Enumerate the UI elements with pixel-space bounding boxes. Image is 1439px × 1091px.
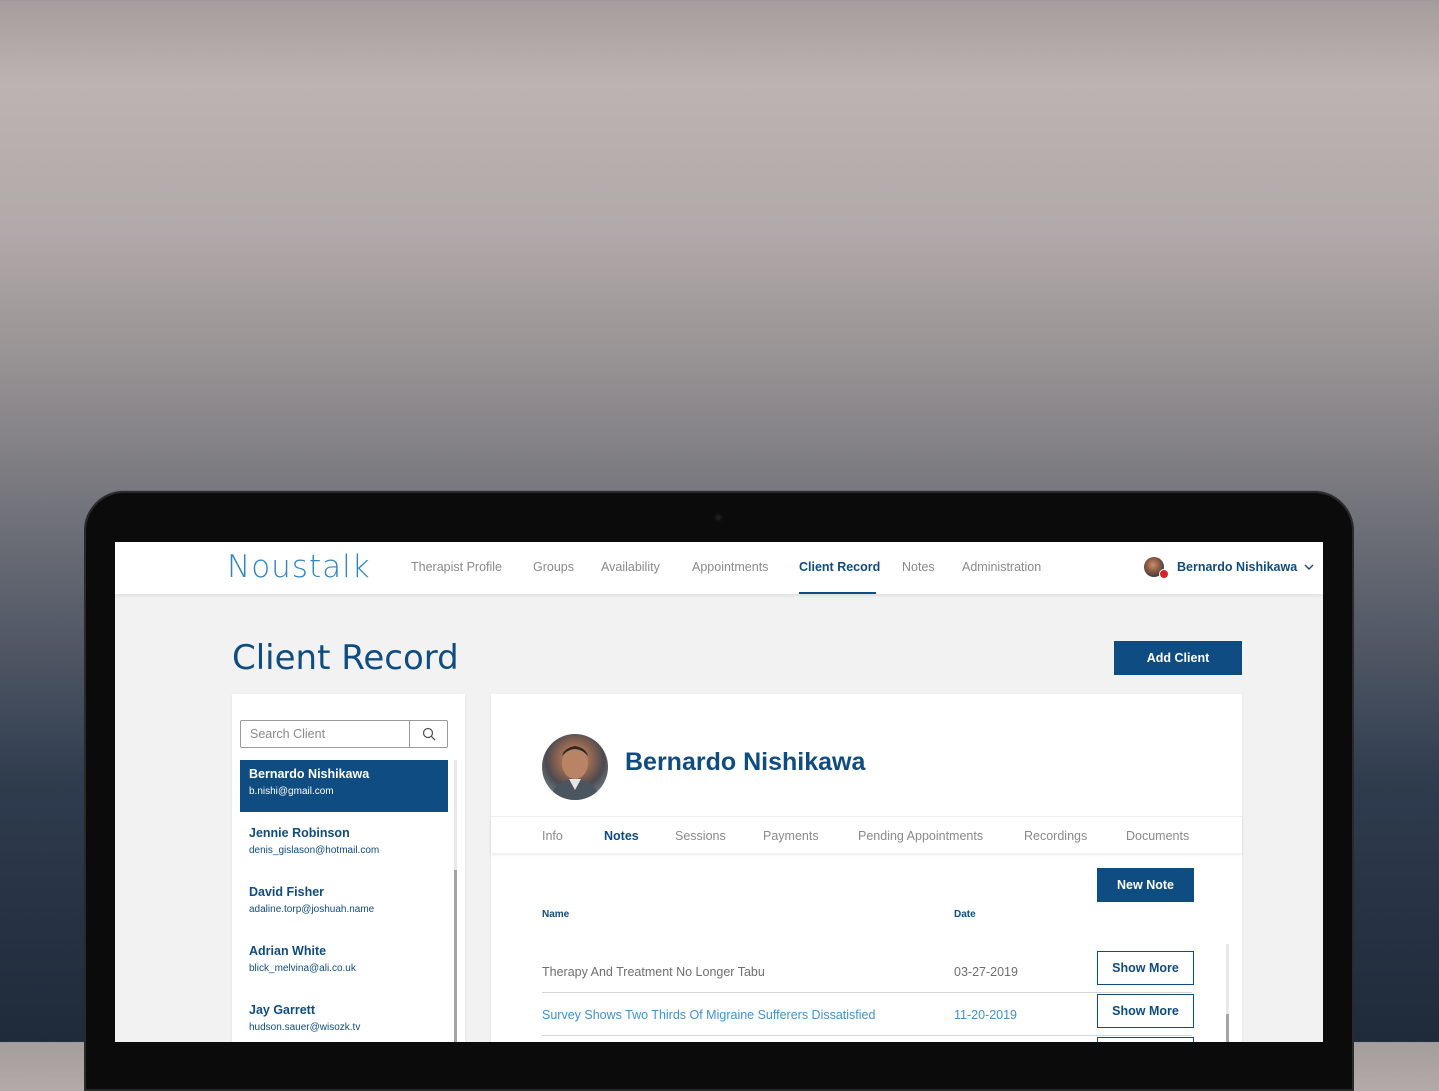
record-tabs: Info Notes Sessions Payments Pending App…: [491, 816, 1242, 853]
nav-notes[interactable]: Notes: [902, 560, 935, 574]
search-box: [240, 720, 448, 748]
client-avatar: [542, 734, 608, 800]
row-divider: [542, 992, 1192, 993]
note-row: [542, 1037, 1194, 1042]
client-photo: [550, 746, 600, 800]
column-header-date: Date: [954, 909, 976, 920]
tab-notes[interactable]: Notes: [604, 829, 639, 843]
client-item-adrian-white[interactable]: Adrian White blick_melvina@ali.co.uk: [240, 937, 448, 989]
note-date: 03-27-2019: [954, 965, 1018, 979]
client-email: adaline.torp@joshuah.name: [249, 904, 375, 915]
client-email: hudson.sauer@wisozk.tv: [249, 1022, 361, 1033]
client-email: blick_melvina@ali.co.uk: [249, 963, 356, 974]
client-item-bernardo-nishikawa[interactable]: Bernardo Nishikawa b.nishi@gmail.com: [240, 760, 448, 812]
show-more-button[interactable]: Show More: [1097, 994, 1194, 1028]
client-name: Bernardo Nishikawa: [249, 767, 370, 781]
chevron-down-icon[interactable]: [1303, 561, 1315, 573]
nav-administration[interactable]: Administration: [962, 560, 1041, 574]
nav-client-record[interactable]: Client Record: [799, 560, 880, 574]
show-more-button[interactable]: Show More: [1097, 951, 1194, 985]
nav-appointments[interactable]: Appointments: [692, 560, 768, 574]
noustalk-logo[interactable]: Noustalk: [227, 549, 371, 585]
column-header-name: Name: [542, 909, 570, 920]
active-nav-indicator: [799, 592, 876, 594]
webcam: [714, 513, 723, 522]
client-email: denis_gislason@hotmail.com: [249, 845, 380, 856]
client-name: Jay Garrett: [249, 1003, 316, 1017]
user-name[interactable]: Bernardo Nishikawa: [1177, 560, 1297, 574]
tab-pending-appointments[interactable]: Pending Appointments: [858, 829, 983, 843]
tab-payments[interactable]: Payments: [763, 829, 819, 843]
nav-therapist-profile[interactable]: Therapist Profile: [411, 560, 502, 574]
client-item-david-fisher[interactable]: David Fisher adaline.torp@joshuah.name: [240, 878, 448, 930]
client-list-panel: Bernardo Nishikawa b.nishi@gmail.com Jen…: [232, 694, 465, 1042]
note-title[interactable]: Therapy And Treatment No Longer Tabu: [542, 965, 765, 979]
client-item-jennie-robinson[interactable]: Jennie Robinson denis_gislason@hotmail.c…: [240, 819, 448, 871]
top-navigation: Noustalk Therapist Profile Groups Availa…: [115, 542, 1323, 594]
client-record-panel: Bernardo Nishikawa Info Notes Sessions P…: [491, 694, 1242, 1042]
client-item-jay-garrett[interactable]: Jay Garrett hudson.sauer@wisozk.tv: [240, 996, 448, 1042]
note-row: Survey Shows Two Thirds Of Migraine Suff…: [542, 994, 1194, 1036]
notification-badge: [1159, 569, 1169, 579]
search-icon: [422, 727, 436, 741]
new-note-button[interactable]: New Note: [1097, 868, 1194, 902]
notes-scrollbar-thumb[interactable]: [1226, 1014, 1229, 1042]
tab-info[interactable]: Info: [542, 829, 563, 843]
show-more-button[interactable]: [1097, 1037, 1194, 1042]
client-list: Bernardo Nishikawa b.nishi@gmail.com Jen…: [240, 760, 448, 1042]
client-email: b.nishi@gmail.com: [249, 786, 334, 797]
search-button[interactable]: [409, 721, 448, 747]
nav-groups[interactable]: Groups: [533, 560, 574, 574]
row-divider: [542, 1035, 1192, 1036]
add-client-button[interactable]: Add Client: [1114, 641, 1242, 675]
client-list-scrollbar-thumb[interactable]: [454, 870, 457, 1042]
note-date: 11-20-2019: [954, 1008, 1018, 1022]
tab-documents[interactable]: Documents: [1126, 829, 1189, 843]
client-name: Jennie Robinson: [249, 826, 350, 840]
client-name: David Fisher: [249, 885, 325, 899]
client-name-heading: Bernardo Nishikawa: [625, 748, 866, 776]
client-name: Adrian White: [249, 944, 327, 958]
nav-availability[interactable]: Availability: [601, 560, 660, 574]
note-title[interactable]: Survey Shows Two Thirds Of Migraine Suff…: [542, 1008, 875, 1022]
note-row: Therapy And Treatment No Longer Tabu 03-…: [542, 951, 1194, 993]
tab-sessions[interactable]: Sessions: [675, 829, 726, 843]
page-title: Client Record: [232, 638, 459, 678]
search-client-input[interactable]: [241, 721, 401, 747]
tab-recordings[interactable]: Recordings: [1024, 829, 1087, 843]
app-screen: Noustalk Therapist Profile Groups Availa…: [115, 542, 1323, 1042]
